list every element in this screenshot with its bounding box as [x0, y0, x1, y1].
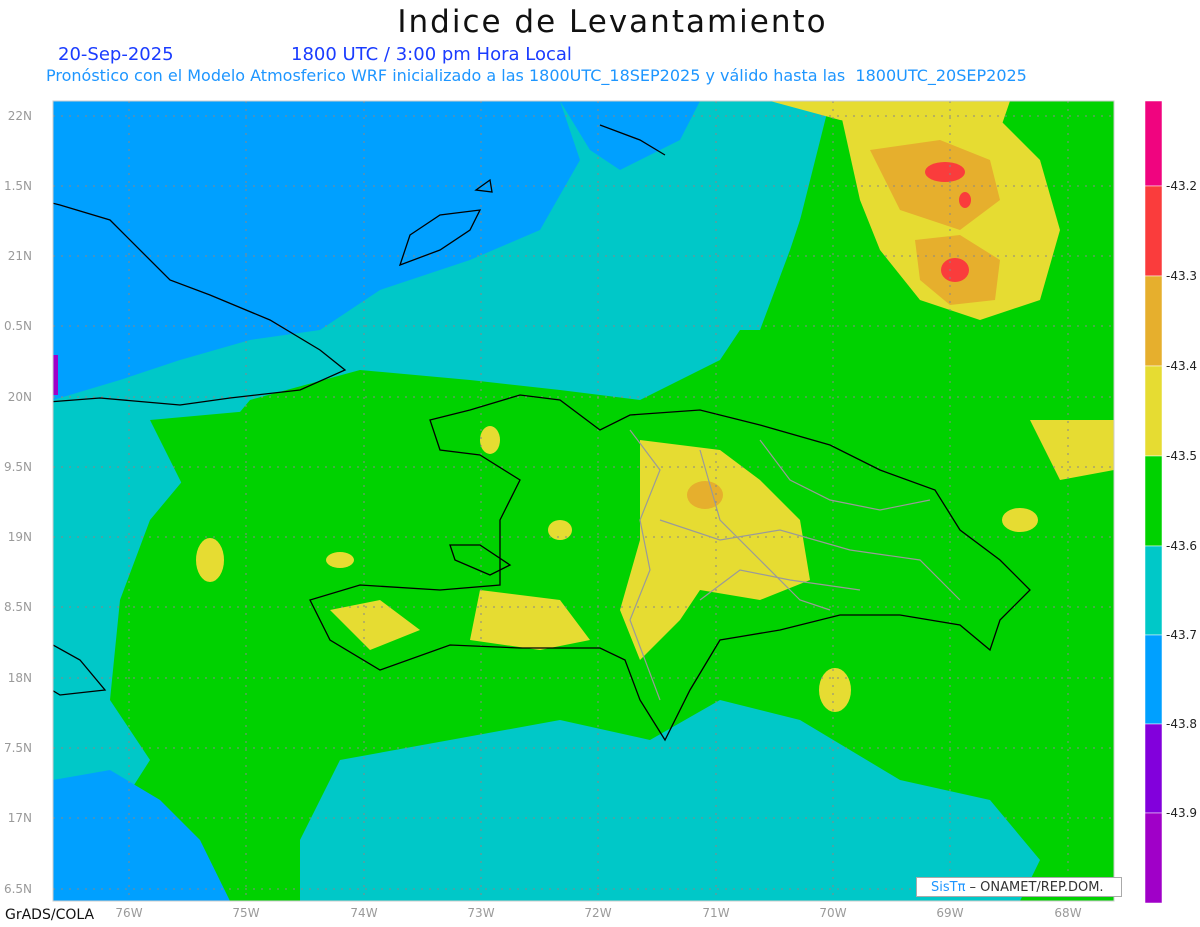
lat-label: 20N [7, 390, 32, 404]
lon-label: 69W [936, 906, 964, 920]
lat-label: 22N [7, 109, 32, 123]
colorbar-label: -43.5 [1166, 449, 1198, 463]
lon-label: 74W [350, 906, 378, 920]
sistpi-logo: SisTπ [931, 880, 966, 895]
colorbar-label: -43.2 [1166, 179, 1198, 193]
colorbar-label: -43.4 [1166, 359, 1198, 373]
lon-label: 72W [584, 906, 612, 920]
lat-label: 9.5N [3, 460, 32, 474]
grads-footer: GrADS/COLA [5, 907, 95, 923]
credit-box: SisTπ – ONAMET/REP.DOM. [916, 877, 1122, 897]
lon-label: 70W [819, 906, 847, 920]
lon-label: 76W [115, 906, 143, 920]
colorbar-label: -43.6 [1166, 539, 1198, 553]
lon-label: 75W [232, 906, 260, 920]
lat-label: 8.5N [3, 600, 32, 614]
lat-label: 1.5N [3, 179, 32, 193]
lat-label: 21N [7, 249, 32, 263]
lat-label: 19N [7, 530, 32, 544]
lat-label: 17N [7, 811, 32, 825]
colorbar-label: -43.7 [1166, 628, 1198, 642]
lifted-index-map [52, 100, 1163, 904]
field-purple [53, 355, 58, 395]
lon-label: 73W [467, 906, 495, 920]
lat-label: 6.5N [3, 882, 32, 896]
colorbar-label: -43.3 [1166, 269, 1198, 283]
colorbar [1144, 100, 1163, 904]
lon-label: 71W [702, 906, 730, 920]
credit-text: – ONAMET/REP.DOM. [965, 880, 1104, 895]
colorbar-label: -43.8 [1166, 717, 1198, 731]
lat-label: 18N [7, 671, 32, 685]
lat-label: 0.5N [3, 319, 32, 333]
lon-label: 68W [1054, 906, 1082, 920]
colorbar-label: -43.9 [1166, 806, 1198, 820]
lat-label: 7.5N [3, 741, 32, 755]
